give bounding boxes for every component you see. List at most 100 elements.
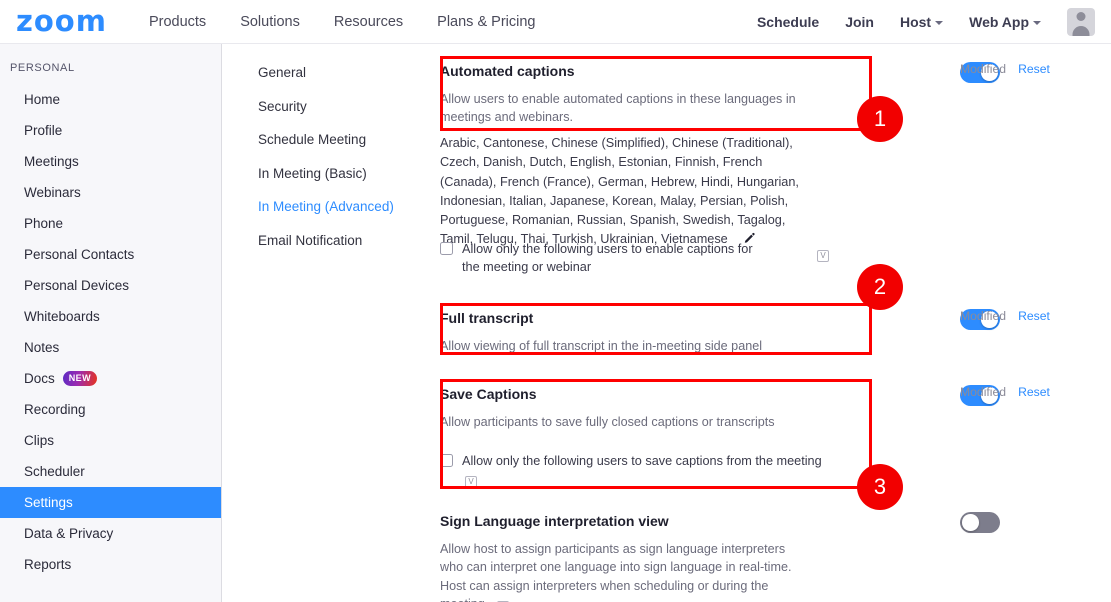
sidebar-item-label: Notes: [24, 340, 60, 355]
sidebar-item-docs[interactable]: Docs NEW: [0, 363, 221, 394]
web-app-menu[interactable]: Web App: [969, 14, 1041, 30]
sidebar-item-personal-contacts[interactable]: Personal Contacts: [0, 239, 221, 270]
full-transcript-description: Allow viewing of full transcript in the …: [440, 339, 763, 353]
sidebar-item-home[interactable]: Home: [0, 84, 221, 115]
sidebar-item-label: Settings: [24, 495, 73, 510]
sidebar-item-recording[interactable]: Recording: [0, 394, 221, 425]
sidebar-item-data-privacy[interactable]: Data & Privacy: [0, 518, 221, 549]
web-app-label: Web App: [969, 13, 1029, 30]
sidebar-item-label: Clips: [24, 433, 55, 448]
sidebar-item-meetings[interactable]: Meetings: [0, 146, 221, 177]
new-badge: NEW: [62, 371, 97, 386]
schedule-button[interactable]: Schedule: [757, 14, 819, 30]
join-button[interactable]: Join: [845, 14, 874, 30]
allow-only-users-save-row: Allow only the following users to save c…: [440, 452, 1000, 489]
allow-only-users-captions-label: Allow only the following users to enable…: [462, 242, 753, 275]
left-sidebar: PERSONAL Home Profile Meetings Webinars …: [0, 44, 222, 602]
automated-captions-languages-block: Arabic, Cantonese, Chinese (Simplified),…: [440, 134, 1000, 252]
sidebar-item-label: Profile: [24, 123, 63, 138]
topnav-item-plans-pricing[interactable]: Plans & Pricing: [437, 14, 535, 30]
subnav-item-email-notification[interactable]: Email Notification: [222, 224, 434, 258]
top-right-actions: Schedule Join Host Web App: [757, 7, 1111, 36]
topnav-item-resources[interactable]: Resources: [334, 14, 403, 30]
supported-languages-list: Arabic, Cantonese, Chinese (Simplified),…: [440, 134, 812, 252]
sidebar-heading-personal: PERSONAL: [10, 62, 75, 74]
sidebar-item-label: Personal Devices: [24, 278, 130, 293]
sidebar-item-clips[interactable]: Clips: [0, 425, 221, 456]
host-menu[interactable]: Host: [899, 13, 944, 30]
allow-only-users-save-label-wrap: Allow only the following users to save c…: [462, 452, 822, 489]
topnav-item-products[interactable]: Products: [149, 14, 206, 30]
full-transcript-title: Full transcript: [440, 310, 534, 326]
join-label: Join: [845, 13, 874, 30]
sidebar-item-label: Data & Privacy: [24, 526, 114, 541]
avatar[interactable]: [1067, 7, 1095, 36]
allow-only-users-captions-row: Allow only the following users to enable…: [440, 240, 1000, 276]
v-in-box-icon[interactable]: V: [817, 250, 829, 262]
v-in-box-icon[interactable]: V: [465, 476, 477, 489]
allow-only-users-save-label: Allow only the following users to save c…: [462, 454, 822, 469]
reset-link[interactable]: Reset: [1018, 309, 1050, 323]
settings-content: Automated captions Allow users to enable…: [434, 44, 1111, 602]
sign-language-title: Sign Language interpretation view: [440, 513, 669, 529]
status-badge: Modified: [960, 62, 1007, 76]
status-badge: Modified: [960, 385, 1007, 399]
automated-captions-title: Automated captions: [440, 63, 575, 79]
sidebar-item-personal-devices[interactable]: Personal Devices: [0, 270, 221, 301]
sidebar-item-label: Docs: [24, 371, 55, 386]
top-navigation: Products Solutions Resources Plans & Pri…: [149, 14, 536, 30]
sidebar-item-label: Home: [24, 92, 61, 107]
sidebar-item-label: Reports: [24, 557, 72, 572]
sidebar-item-label: Recording: [24, 402, 86, 417]
setting-automated-captions: Automated captions Allow users to enable…: [440, 62, 1000, 127]
toggle-knob: [962, 514, 979, 531]
zoom-logo[interactable]: zoom: [16, 7, 107, 36]
setting-sign-language: Sign Language interpretation view Allow …: [440, 512, 1000, 602]
sidebar-item-label: Scheduler: [24, 464, 85, 479]
allow-only-users-captions-checkbox[interactable]: [440, 242, 453, 255]
reset-link[interactable]: Reset: [1018, 62, 1050, 76]
save-captions-status: Modified Reset: [960, 385, 1050, 399]
subnav-item-in-meeting-advanced[interactable]: In Meeting (Advanced): [222, 190, 434, 224]
sidebar-item-phone[interactable]: Phone: [0, 208, 221, 239]
sign-language-description: Allow host to assign participants as sig…: [440, 540, 805, 602]
topnav-item-solutions[interactable]: Solutions: [240, 14, 300, 30]
save-captions-head: Save Captions: [440, 385, 1000, 406]
chevron-down-icon: [935, 20, 944, 25]
allow-only-users-save-checkbox[interactable]: [440, 454, 453, 468]
subnav-item-schedule-meeting[interactable]: Schedule Meeting: [222, 123, 434, 157]
top-header: zoom Products Solutions Resources Plans …: [0, 0, 1111, 44]
host-label: Host: [899, 13, 932, 30]
setting-save-captions: Save Captions Allow participants to save…: [440, 385, 1000, 489]
sign-language-head: Sign Language interpretation view: [440, 512, 1000, 533]
sign-language-toggle[interactable]: [960, 512, 1000, 533]
chevron-down-icon: [1033, 20, 1041, 25]
sidebar-item-label: Webinars: [24, 185, 81, 200]
full-transcript-head: Full transcript: [440, 309, 1000, 330]
sidebar-item-settings[interactable]: Settings: [0, 487, 221, 518]
sidebar-item-whiteboards[interactable]: Whiteboards: [0, 301, 221, 332]
subnav-item-security[interactable]: Security: [222, 90, 434, 124]
setting-full-transcript: Full transcript Allow viewing of full tr…: [440, 309, 1000, 355]
languages-text: Arabic, Cantonese, Chinese (Simplified),…: [440, 136, 799, 247]
sidebar-item-scheduler[interactable]: Scheduler: [0, 456, 221, 487]
sidebar-item-label: Personal Contacts: [24, 247, 135, 262]
sidebar-item-reports[interactable]: Reports: [0, 549, 221, 580]
sidebar-item-notes[interactable]: Notes: [0, 332, 221, 363]
automated-captions-description: Allow users to enable automated captions…: [440, 92, 796, 125]
sidebar-item-webinars[interactable]: Webinars: [0, 177, 221, 208]
subnav-item-general[interactable]: General: [222, 56, 434, 90]
sidebar-item-label: Meetings: [24, 154, 79, 169]
full-transcript-status: Modified Reset: [960, 309, 1050, 323]
reset-link[interactable]: Reset: [1018, 385, 1050, 399]
save-captions-description: Allow participants to save fully closed …: [440, 415, 775, 429]
schedule-label: Schedule: [756, 13, 820, 30]
settings-subnav: General Security Schedule Meeting In Mee…: [222, 44, 434, 602]
sidebar-item-label: Phone: [24, 216, 64, 231]
automated-captions-status: Modified Reset: [960, 62, 1050, 76]
subnav-item-in-meeting-basic[interactable]: In Meeting (Basic): [222, 157, 434, 191]
sign-language-description-text: Allow host to assign participants as sig…: [440, 542, 792, 602]
automated-captions-head: Automated captions: [440, 62, 1000, 83]
automated-captions-restrict-block: Allow only the following users to enable…: [440, 240, 1000, 276]
sidebar-item-profile[interactable]: Profile: [0, 115, 221, 146]
